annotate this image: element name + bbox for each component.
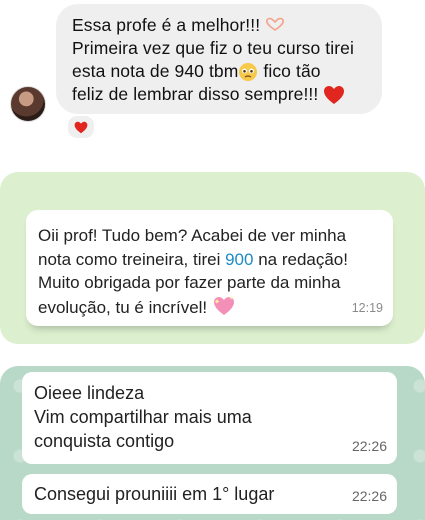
message-bubble[interactable]: Oii prof! Tudo bem? Acabei de ver minha … [26, 210, 393, 326]
dm-line-3: esta nota de 940 tbm fico tão [72, 60, 368, 83]
whatsapp-chat-2: Oieee lindeza Vim compartilhar mais uma … [0, 366, 425, 520]
avatar[interactable] [10, 86, 46, 122]
message-line: Consegui prouniiii em 1° lugar [34, 484, 275, 504]
dm-message-bubble[interactable]: Essa profe é a melhor!!! Primeira vez qu… [56, 4, 382, 114]
message-text: nota como treineira, tirei [38, 249, 226, 269]
message-line: Muito obrigada por fazer parte da minha [38, 273, 341, 292]
message-line: conquista contigo [34, 431, 175, 451]
message-timestamp: 22:26 [351, 438, 387, 454]
reaction-heart-icon[interactable] [66, 114, 96, 140]
dm-text: fico tão [258, 61, 321, 81]
message-line: evolução, tu é incrível! [38, 295, 381, 323]
score-highlight: 900 [225, 249, 254, 269]
message-line: Oieee lindeza [34, 383, 145, 403]
holding-back-tears-icon [238, 62, 258, 82]
dm-line-1: Essa profe é a melhor!!! [72, 14, 368, 37]
message-line: Vim compartilhar mais uma [34, 407, 252, 427]
instagram-dm: Essa profe é a melhor!!! Primeira vez qu… [0, 0, 425, 160]
message-line: nota como treineira, tirei 900 na redaçã… [38, 248, 381, 272]
message-text: evolução, tu é incrível! [38, 297, 208, 317]
dm-text: esta nota de 940 tbm [72, 61, 239, 81]
dm-line-4: feliz de lembrar disso sempre!!! [72, 83, 368, 106]
heart-hands-icon [265, 17, 285, 32]
message-timestamp: 12:19 [351, 300, 383, 315]
dm-line-2: Primeira vez que fiz o teu curso tirei [72, 38, 354, 58]
message-text: na redação! [253, 249, 348, 269]
whatsapp-chat-1: Oii prof! Tudo bem? Acabei de ver minha … [0, 172, 425, 344]
dm-text: feliz de lembrar disso sempre!!! [72, 84, 319, 104]
sparkling-heart-icon [212, 295, 236, 323]
dm-text: Essa profe é a melhor!!! [72, 15, 261, 35]
message-timestamp: 22:26 [351, 488, 387, 504]
message-bubble[interactable]: Consegui prouniiii em 1° lugar 22:26 [22, 474, 397, 514]
message-bubble[interactable]: Oieee lindeza Vim compartilhar mais uma … [22, 372, 397, 464]
red-heart-icon [323, 85, 345, 105]
message-line: Oii prof! Tudo bem? Acabei de ver minha [38, 226, 347, 245]
